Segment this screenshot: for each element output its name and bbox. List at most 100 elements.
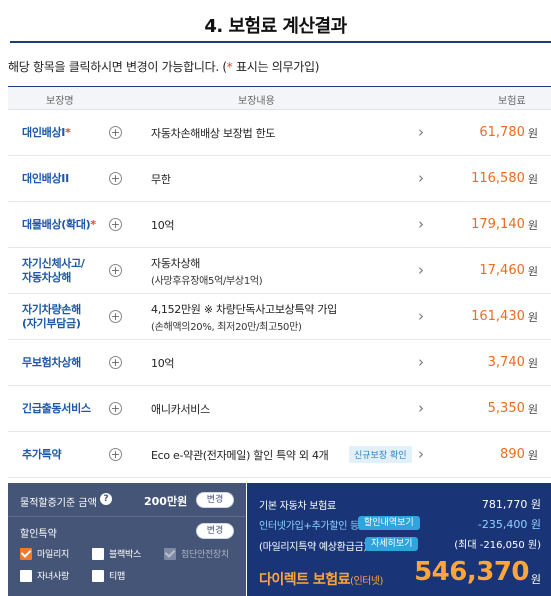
coverage-content: 4,152만원 ※ 차량단독사고보상특약 가입 (손해액의20%, 최저20만/최…: [151, 294, 411, 339]
coverage-name-text: 무보험차상해: [22, 355, 81, 369]
mileage-refund-value: (최대 -216,050 원): [454, 540, 541, 551]
coverage-row[interactable]: 대인배상I* + 자동차손해배상 보장법 한도 › 61,780 원: [8, 110, 551, 156]
notice-rest: 표시는 의무가입): [232, 60, 320, 74]
coverage-row[interactable]: 자기차량손해 (자기부담금) +4,152만원 ※ 차량단독사고보상특약 가입 (손…: [8, 294, 551, 340]
chevron-right-icon[interactable]: ›: [418, 399, 424, 417]
coverage-name: 대물배상(확대)*: [22, 202, 117, 247]
coverage-name: 추가특약: [22, 432, 117, 477]
mileage-details-button[interactable]: 자세히보기: [365, 537, 419, 551]
option-label: 첨단안전장치: [181, 550, 229, 560]
coverage-name-text: 대물배상(확대): [22, 217, 91, 231]
coverage-premium: 3,740 원: [488, 340, 538, 385]
coverage-content-text: 4,152만원 ※ 차량단독사고보상특약 가입: [151, 302, 337, 316]
coverage-premium: 61,780 원: [479, 110, 538, 155]
coverage-row[interactable]: 긴급출동서비스 + 애니카서비스 › 5,350 원: [8, 386, 551, 432]
chevron-right-icon[interactable]: ›: [418, 353, 424, 371]
direct-premium-label: 다이렉트 보험료(인터넷): [259, 569, 383, 589]
expand-plus-icon[interactable]: +: [109, 402, 122, 415]
coverage-table: 보장명 보장내용 보험료 대인배상I* + 자동차손해배상 보장법 한도 › 61,78…: [8, 86, 551, 478]
chevron-right-icon[interactable]: ›: [418, 445, 424, 463]
coverage-content-text: 애니카서비스: [151, 402, 210, 416]
coverage-row[interactable]: 대인배상II + 무한 › 116,580 원: [8, 156, 551, 202]
direct-premium-amount: 546,370: [414, 557, 529, 587]
expand-plus-icon[interactable]: +: [109, 126, 122, 139]
discount-option[interactable]: 마일리지: [20, 547, 69, 560]
header-content: 보장내용: [238, 96, 275, 107]
new-coverage-check-button[interactable]: 신규보장 확인: [349, 446, 412, 463]
coverage-row[interactable]: 추가특약 + Eco e-약관(전자메일) 할인 특약 외 4개 신규보장 확인 › 89…: [8, 432, 551, 478]
expand-plus-icon[interactable]: +: [109, 356, 122, 369]
chevron-right-icon[interactable]: ›: [418, 261, 424, 279]
expand-plus-icon[interactable]: +: [109, 448, 122, 461]
coverage-content-text: 자동차손해배상 보장법 한도: [151, 126, 276, 140]
base-premium-label: 기본 자동차 보험료: [259, 501, 336, 512]
mileage-refund-label: (마일리지특약 예상환급금): [259, 542, 367, 553]
coverage-row[interactable]: 무보험차상해 +10억 › 3,740 원: [8, 340, 551, 386]
property-change-button[interactable]: 변경: [196, 492, 234, 508]
premium-unit: 원: [527, 172, 538, 186]
premium-unit: 원: [527, 356, 538, 370]
coverage-row[interactable]: 대물배상(확대)* +10억 › 179,140 원: [8, 202, 551, 248]
coverage-premium: 890 원: [500, 432, 538, 477]
coverage-content: 자동차상해 (사망후유장애5억/부상1억): [151, 248, 411, 293]
premium-unit: 원: [527, 448, 538, 462]
coverage-content-text: 10억: [151, 356, 175, 370]
premium-unit: 원: [527, 126, 538, 140]
coverage-content: 10억: [151, 340, 411, 385]
premium-unit: 원: [527, 402, 538, 416]
expand-plus-icon[interactable]: +: [109, 172, 122, 185]
checkbox: [164, 547, 176, 560]
coverage-name: 자기신체사고/ 자동차상해: [22, 248, 117, 293]
checkbox[interactable]: [20, 569, 32, 582]
chevron-right-icon[interactable]: ›: [418, 123, 424, 141]
discount-option[interactable]: 티맵: [92, 569, 125, 582]
premium-value: 116,580: [471, 171, 525, 186]
discount-details-button[interactable]: 할인내역보기: [358, 516, 420, 530]
title-divider: [10, 41, 551, 43]
premium-value: 179,140: [471, 217, 525, 232]
premium-value: 161,430: [471, 309, 525, 324]
option-label: 블랙박스: [109, 550, 141, 560]
premium-value: 3,740: [487, 355, 525, 370]
chevron-right-icon[interactable]: ›: [418, 215, 424, 233]
chevron-right-icon[interactable]: ›: [418, 307, 424, 325]
notice-text: 해당 항목을 클릭하시면 변경이 가능합니다. (* 표시는 의무가입): [8, 58, 319, 75]
premium-summary-panel: 기본 자동차 보험료 781,770 원 인터넷가입+추가할인 등 할인내역보기…: [247, 483, 551, 596]
option-label: 마일리지: [37, 550, 69, 560]
checkbox[interactable]: [20, 547, 32, 560]
coverage-content-text: 무한: [151, 172, 171, 186]
chevron-right-icon[interactable]: ›: [418, 169, 424, 187]
discount-change-button[interactable]: 변경: [196, 523, 234, 539]
discount-option[interactable]: 블랙박스: [92, 547, 141, 560]
coverage-premium: 116,580 원: [471, 156, 538, 201]
option-label: 티맵: [109, 572, 125, 582]
premium-value: 5,350: [487, 401, 525, 416]
coverage-name-text: 추가특약: [22, 447, 62, 461]
header-premium: 보험료: [498, 96, 526, 107]
direct-label-sub: (인터넷): [350, 576, 383, 587]
coverage-premium: 161,430 원: [471, 294, 538, 339]
discount-label: 인터넷가입+추가할인 등: [259, 521, 359, 532]
premium-unit: 원: [527, 218, 538, 232]
expand-plus-icon[interactable]: +: [109, 264, 122, 277]
help-icon[interactable]: ?: [100, 493, 112, 505]
coverage-premium: 179,140 원: [471, 202, 538, 247]
table-header: 보장명 보장내용 보험료: [8, 87, 551, 110]
coverage-content-text: 10억: [151, 218, 175, 232]
checkbox[interactable]: [92, 569, 104, 582]
coverage-row[interactable]: 자기신체사고/ 자동차상해 + 자동차상해 (사망후유장애5억/부상1억) › 17,46…: [8, 248, 551, 294]
coverage-name: 대인배상I*: [22, 110, 117, 155]
coverage-premium: 5,350 원: [488, 386, 538, 431]
expand-plus-icon[interactable]: +: [109, 218, 122, 231]
coverage-content: 자동차손해배상 보장법 한도: [151, 110, 411, 155]
property-damage-value: 200만원: [144, 495, 188, 508]
premium-value: 890: [500, 447, 525, 462]
coverage-name: 대인배상II: [22, 156, 117, 201]
base-premium-value: 781,770 원: [481, 498, 541, 511]
coverage-content: 애니카서비스: [151, 386, 411, 431]
checkbox[interactable]: [92, 547, 104, 560]
discount-option[interactable]: 자녀사랑: [20, 569, 69, 582]
coverage-content: 무한: [151, 156, 411, 201]
panel-divider: [8, 516, 246, 517]
expand-plus-icon[interactable]: +: [109, 310, 122, 323]
